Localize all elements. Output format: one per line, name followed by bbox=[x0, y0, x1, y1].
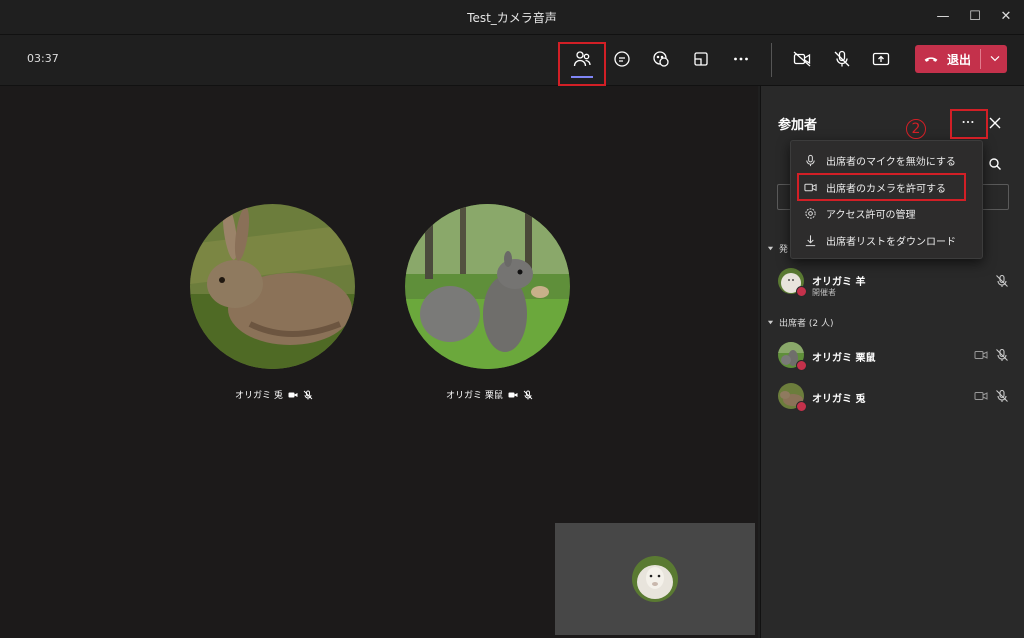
reactions-button[interactable] bbox=[646, 45, 676, 73]
camera-locked-icon bbox=[288, 392, 298, 397]
stage-label-squirrel: オリガミ 栗鼠 bbox=[446, 388, 533, 401]
share-button[interactable] bbox=[866, 45, 896, 73]
camera-locked-icon bbox=[974, 351, 988, 359]
menu-item-label: 出席者のマイクを無効にする bbox=[826, 156, 956, 168]
meeting-toolbar: 03:37 退出 bbox=[0, 35, 1024, 86]
menu-item-label: アクセス許可の管理 bbox=[826, 209, 916, 221]
mic-off-icon bbox=[834, 50, 850, 67]
chevron-down-icon bbox=[767, 246, 774, 251]
menu-item-manage-permissions[interactable]: アクセス許可の管理 bbox=[791, 201, 982, 225]
mic-off-icon bbox=[523, 390, 533, 399]
rabbit-photo bbox=[190, 204, 355, 369]
presenters-section-header[interactable]: 発 bbox=[767, 242, 788, 255]
gear-icon bbox=[805, 207, 816, 219]
participant-name: オリガミ 羊 bbox=[812, 277, 866, 288]
participant-role: 開催者 bbox=[812, 288, 836, 297]
menu-item-disable-mics[interactable]: 出席者のマイクを無効にする bbox=[791, 148, 982, 172]
hang-up-icon bbox=[924, 57, 938, 62]
menu-item-download-list[interactable]: 出席者リストをダウンロード bbox=[791, 228, 982, 252]
camera-locked-icon bbox=[508, 392, 518, 397]
menu-item-label: 出席者リストをダウンロード bbox=[826, 236, 956, 248]
search-button[interactable] bbox=[988, 156, 1002, 170]
sheep-photo bbox=[632, 556, 678, 602]
close-panel-button[interactable] bbox=[987, 115, 1003, 131]
status-dot bbox=[796, 360, 807, 371]
participant-name: オリガミ 兎 bbox=[812, 394, 866, 405]
attendees-label: 出席者 (2 人) bbox=[779, 319, 834, 329]
camera-toggle-button[interactable] bbox=[787, 45, 817, 73]
maximize-button[interactable]: ☐ bbox=[965, 8, 985, 26]
emoji-icon bbox=[653, 51, 669, 67]
leave-split bbox=[980, 49, 981, 69]
more-actions-button[interactable] bbox=[726, 45, 756, 73]
mic-off-icon bbox=[996, 274, 1008, 287]
video-off-icon bbox=[793, 51, 811, 67]
window-title: Test_カメラ音声 bbox=[467, 11, 557, 25]
leave-label: 退出 bbox=[947, 52, 972, 67]
chevron-down-icon bbox=[767, 320, 774, 325]
status-dot bbox=[796, 401, 807, 412]
rooms-icon bbox=[694, 52, 708, 66]
participant-row-rabbit[interactable]: オリガミ 兎 bbox=[778, 383, 1014, 413]
status-dot bbox=[796, 286, 807, 297]
panel-title: 参加者 bbox=[778, 118, 818, 133]
mic-off-icon bbox=[996, 348, 1008, 361]
search-icon bbox=[989, 158, 1001, 170]
more-icon bbox=[734, 57, 748, 61]
participant-row-organizer[interactable]: オリガミ 羊 開催者 bbox=[778, 268, 1014, 298]
leave-button[interactable]: 退出 bbox=[915, 45, 1007, 73]
rooms-button[interactable] bbox=[686, 45, 716, 73]
chat-button[interactable] bbox=[607, 45, 637, 73]
mic-toggle-button[interactable] bbox=[827, 45, 857, 73]
attendees-section-header[interactable]: 出席者 (2 人) bbox=[767, 316, 833, 329]
annotation-box-more bbox=[950, 109, 988, 139]
annotation-box-participants bbox=[558, 42, 606, 86]
stage-label-rabbit: オリガミ 兎 bbox=[235, 388, 313, 401]
mic-off-icon bbox=[996, 389, 1008, 402]
sheep-avatar bbox=[632, 556, 678, 602]
close-icon bbox=[989, 117, 1001, 129]
participant-name: オリガミ 栗鼠 bbox=[446, 391, 503, 401]
close-window-button[interactable]: ✕ bbox=[996, 8, 1016, 26]
participant-row-squirrel[interactable]: オリガミ 栗鼠 bbox=[778, 342, 1014, 372]
participant-name: オリガミ 兎 bbox=[235, 391, 283, 401]
minimize-button[interactable]: — bbox=[933, 8, 953, 26]
meeting-timer: 03:37 bbox=[27, 52, 59, 65]
camera-locked-icon bbox=[974, 392, 988, 400]
participant-name: オリガミ 栗鼠 bbox=[812, 353, 876, 364]
annotation-number-2: 2 bbox=[906, 119, 926, 139]
annotation-box-allow-cameras bbox=[797, 173, 966, 201]
self-view[interactable] bbox=[555, 523, 755, 635]
download-icon bbox=[805, 234, 816, 246]
toolbar-divider bbox=[771, 43, 772, 77]
presenters-label: 発 bbox=[779, 245, 789, 255]
share-icon bbox=[872, 52, 890, 66]
mic-off-icon bbox=[303, 390, 313, 399]
title-bar: Test_カメラ音声 — ☐ ✕ bbox=[0, 0, 1024, 35]
squirrel-photo bbox=[405, 204, 570, 369]
squirrel-avatar bbox=[405, 204, 570, 369]
chevron-down-icon[interactable] bbox=[987, 50, 1003, 66]
chat-icon bbox=[614, 51, 630, 67]
rabbit-avatar bbox=[190, 204, 355, 369]
mic-icon bbox=[806, 154, 815, 166]
